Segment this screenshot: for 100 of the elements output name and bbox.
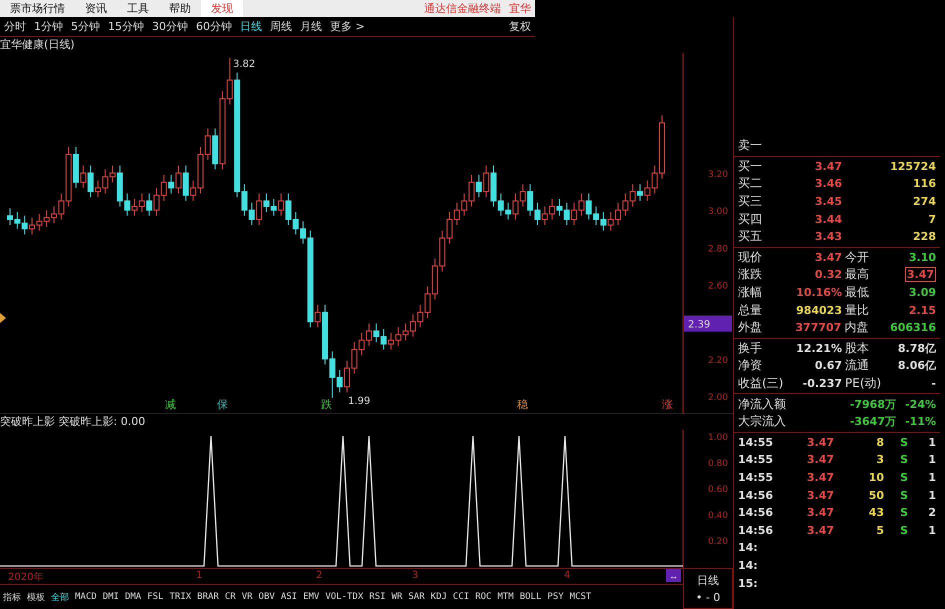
period-tab[interactable]: 60分钟 (192, 18, 236, 34)
indicator-axis-label: 1.00 (708, 433, 728, 444)
period-tab[interactable]: 月线 (296, 18, 326, 34)
menu-item[interactable]: 帮助 (159, 0, 201, 17)
scroll-button[interactable]: ↔ (666, 569, 682, 582)
period-tab[interactable]: 15分钟 (104, 18, 148, 34)
indicator-tab[interactable]: CCI (450, 592, 472, 602)
bid-volume: 116 (912, 177, 936, 190)
indicator-tab[interactable]: VR (238, 592, 256, 602)
price-axis-label: 2.60 (708, 281, 728, 292)
period-tab[interactable]: 分时 (0, 18, 30, 34)
bid-volume: 228 (912, 230, 936, 244)
indicator-tab[interactable]: EMV (300, 592, 322, 602)
tick-volume: 43 (868, 506, 884, 520)
bid-label: 买二 (738, 175, 763, 192)
indicator-tab[interactable]: ROC (472, 592, 494, 602)
tick-time: 14: (738, 541, 759, 554)
tick-side: S (899, 488, 908, 502)
indicator-axis-label: 0.60 (708, 485, 728, 496)
stat-value: -0.237 (802, 377, 842, 390)
stat-value: 3.47 (814, 250, 842, 264)
stat-value: 3.10 (908, 250, 936, 264)
indicator-tab[interactable]: PSY (544, 592, 567, 602)
bid-volume: 274 (912, 195, 936, 208)
bid-price: 3.44 (814, 212, 842, 226)
stock-name-tab[interactable]: 宜华 (505, 1, 535, 16)
indicator-tab[interactable]: VOL-TDX (322, 592, 366, 602)
stat-label: 涨幅 (738, 284, 763, 302)
period-tab[interactable]: 更多 > (326, 18, 369, 34)
stat-label: 今开 (844, 248, 870, 266)
indicator-tab[interactable]: OBV (256, 592, 278, 602)
indicator-tab[interactable]: 指标 (0, 590, 24, 604)
tick-volume: 50 (868, 488, 884, 502)
flow-amount: -7968万 (848, 396, 896, 412)
low-price-label: 1.99 (348, 396, 370, 407)
indicator-tab[interactable]: MCST (566, 592, 594, 602)
menu-item[interactable]: 工具 (117, 0, 159, 17)
menu-item[interactable]: 票市场行情 (0, 0, 75, 17)
indicator-tab[interactable]: CR (222, 592, 239, 602)
indicator-tab[interactable]: 模板 (24, 590, 48, 604)
signal-label: 减 (165, 398, 176, 411)
bid-label: 买一 (738, 158, 763, 175)
indicator-tab[interactable]: SAR (405, 592, 428, 602)
indicator-tab[interactable]: TRIX (166, 592, 194, 602)
indicator-tab[interactable]: 全部 (48, 590, 72, 604)
tick-time: 14:55 (738, 453, 774, 466)
indicator-tab[interactable]: BOLL (516, 592, 544, 602)
tick-side: S (899, 524, 908, 537)
price-axis-label: 2.20 (708, 356, 728, 366)
tick-price: 3.47 (806, 488, 834, 502)
price-axis-label: 2.80 (708, 244, 728, 254)
indicator-tab[interactable]: WR (388, 592, 406, 602)
indicator-tab[interactable]: MTM (494, 592, 517, 602)
stat-label: 内盘 (843, 319, 870, 336)
period-tab[interactable]: 周线 (266, 18, 296, 34)
tick-count: 1 (927, 524, 936, 537)
tick-count: 2 (927, 506, 936, 520)
marker-icon (0, 312, 6, 323)
menu-item[interactable]: 发现 (201, 0, 243, 17)
stat-label: 净资 (738, 357, 763, 374)
indicator-tab[interactable]: MACD (72, 592, 100, 602)
stat-value: 3.47 (904, 267, 936, 282)
date-label: 1 (196, 570, 202, 581)
tick-volume: 8 (875, 436, 884, 449)
tick-price: 3.47 (806, 436, 834, 449)
period-tab[interactable]: 5分钟 (67, 18, 104, 34)
indicator-tab[interactable]: DMA (122, 592, 144, 602)
tick-volume: 10 (868, 470, 884, 484)
period-tab[interactable]: 日线 (236, 18, 266, 34)
menu-item[interactable]: 资讯 (75, 0, 117, 17)
adjust-button[interactable]: 复权 (505, 18, 535, 34)
indicator-tab[interactable]: KDJ (428, 592, 450, 602)
stat-value: 606316 (890, 321, 936, 334)
indicator-tab[interactable]: BRAR (194, 592, 222, 602)
stat-value: 2.15 (908, 304, 936, 317)
zoom-controls[interactable]: • - 0 (696, 591, 720, 604)
indicator-tab[interactable]: FSL (144, 592, 166, 602)
current-price-label: 2.39 (688, 320, 710, 330)
tick-count: 1 (927, 453, 936, 466)
stat-value: 984023 (795, 304, 842, 317)
flow-percent: -24% (904, 398, 936, 411)
bid-label: 买五 (738, 228, 763, 246)
period-tab[interactable]: 30分钟 (148, 18, 192, 34)
period-tab[interactable]: 1分钟 (30, 18, 67, 34)
period-label: 日线 (697, 573, 720, 588)
indicator-tab[interactable]: ASI (278, 592, 300, 602)
tick-side: S (899, 436, 908, 449)
chart-title: 宜华健康(日线) (0, 36, 76, 53)
bid-price: 3.45 (814, 195, 842, 208)
flow-label: 大宗流入 (738, 413, 787, 430)
indicator-tab[interactable]: RSI (366, 592, 389, 602)
stat-value: 3.09 (908, 286, 936, 300)
indicator-tab[interactable]: DMI (100, 592, 122, 602)
tick-time: 14: (738, 558, 759, 572)
tick-side: S (899, 506, 908, 520)
tick-volume: 5 (875, 524, 884, 537)
bid-price: 3.46 (814, 177, 842, 190)
tick-volume: 3 (875, 453, 884, 466)
high-price-label: 3.82 (233, 58, 256, 70)
date-label: 2020年 (8, 571, 44, 584)
